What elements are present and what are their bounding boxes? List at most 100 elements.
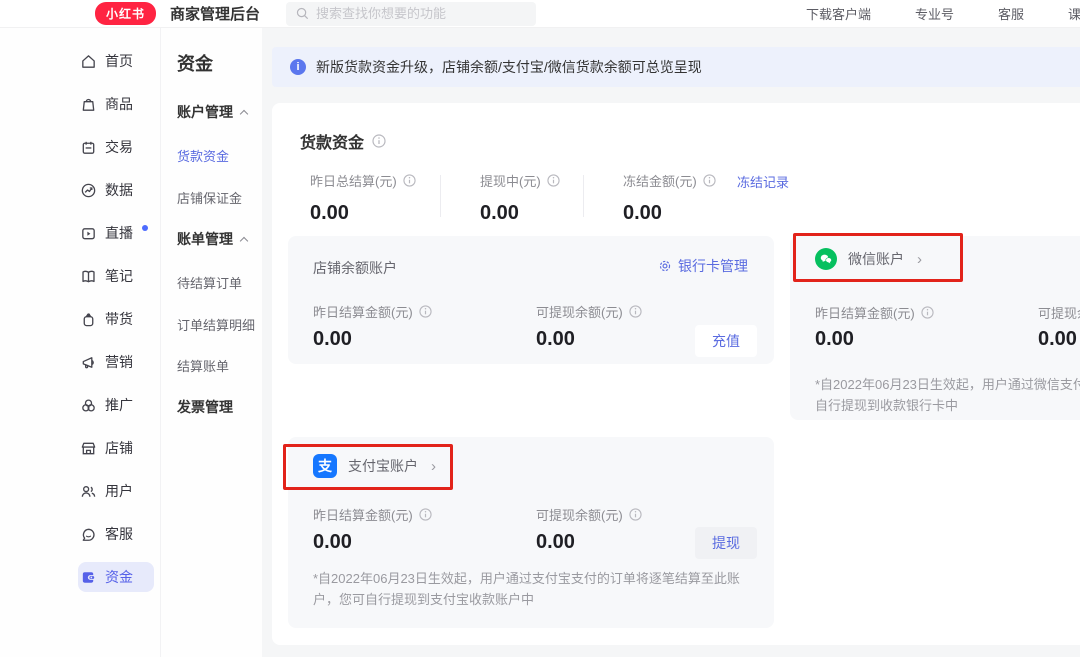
wechat-note: *自2022年06月23日生效起，用户通过微信支付的 自行提现到收款银行卡中 (815, 374, 1080, 416)
note-line: 自行提现到收款银行卡中 (815, 395, 1080, 416)
goods-icon (80, 96, 97, 113)
alipay-icon: 支 (313, 454, 337, 478)
sidebar-item-marketing[interactable]: 营销 (78, 347, 154, 377)
sidebar-item-carry-goods[interactable]: 带货 (78, 304, 154, 334)
bank-card-manage-link[interactable]: 银行卡管理 (658, 256, 748, 276)
sidebar-item-funds[interactable]: 资金 (78, 562, 154, 592)
sidebar-item-label: 推广 (105, 395, 133, 415)
sidebar-item-service[interactable]: 客服 (78, 519, 154, 549)
withdrawable-value: 0.00 (536, 531, 575, 554)
funds-icon (80, 569, 97, 586)
label: 可提现余额(元) (1038, 303, 1080, 322)
divider (440, 175, 441, 217)
alipay-account-card: 支 支付宝账户 › 昨日结算金额(元) 可提现余额(元) 0.00 0.00 提… (288, 437, 774, 628)
sidebar-item-shop[interactable]: 店铺 (78, 433, 154, 463)
stat-value: 0.00 (623, 202, 716, 225)
info-icon[interactable] (629, 305, 642, 318)
stat-value: 0.00 (480, 202, 560, 225)
alipay-account-link[interactable]: 支 支付宝账户 › (313, 454, 436, 478)
stat-withdrawing: 提现中(元) 0.00 (480, 171, 560, 225)
sidebar-item-label: 首页 (105, 51, 133, 71)
stat-label: 冻结金额(元) (623, 171, 697, 190)
sidebar-item-trade[interactable]: 交易 (78, 132, 154, 162)
wechat-icon (815, 248, 837, 270)
gear-icon (658, 259, 672, 273)
label: 昨日结算金额(元) (313, 505, 413, 524)
info-icon[interactable] (547, 174, 560, 187)
info-icon[interactable] (703, 174, 716, 187)
recharge-button[interactable]: 充值 (695, 325, 757, 357)
trade-icon (80, 139, 97, 156)
sidebar-item-notes[interactable]: 笔记 (78, 261, 154, 291)
sidebar-item-live[interactable]: 直播 (78, 218, 154, 248)
note-line: *自2022年06月23日生效起，用户通过微信支付的 (815, 374, 1080, 395)
info-icon[interactable] (419, 508, 432, 521)
alipay-note: *自2022年06月23日生效起，用户通过支付宝支付的订单将逐笔结算至此账户，您… (313, 568, 765, 610)
group-label: 账单管理 (177, 229, 233, 249)
upgrade-banner: i 新版货款资金升级，店铺余额/支付宝/微信货款余额可总览呈现 (272, 47, 1080, 87)
classroom-link[interactable]: 课堂 (1068, 4, 1080, 23)
sidebar-item-data[interactable]: 数据 (78, 175, 154, 205)
search-input[interactable] (316, 6, 516, 21)
label: 昨日结算金额(元) (313, 302, 413, 321)
info-icon[interactable] (419, 305, 432, 318)
stat-label: 提现中(元) (480, 171, 541, 190)
sidebar-item-label: 带货 (105, 309, 133, 329)
link-label: 银行卡管理 (678, 256, 748, 276)
label: 可提现余额(元) (536, 505, 623, 524)
app-title: 商家管理后台 (170, 3, 260, 24)
sidebar-item-label: 商品 (105, 94, 133, 114)
search-box[interactable] (286, 2, 536, 26)
info-icon[interactable] (403, 174, 416, 187)
wechat-account-link[interactable]: 微信账户 › (815, 248, 922, 270)
settle-value: 0.00 (313, 328, 352, 351)
professional-account-link[interactable]: 专业号 (915, 4, 954, 23)
sidebar-item-label: 交易 (105, 137, 133, 157)
stat-value: 0.00 (310, 202, 416, 225)
download-client-link[interactable]: 下载客户端 (806, 4, 871, 23)
customer-service-link[interactable]: 客服 (998, 4, 1024, 23)
submenu-group-bill[interactable]: 账单管理 (177, 229, 262, 249)
submenu-group-account[interactable]: 账户管理 (177, 102, 262, 122)
data-icon (80, 182, 97, 199)
chevron-up-icon (240, 236, 248, 244)
label: 可提现余额(元) (536, 302, 623, 321)
topbar-links: 下载客户端 专业号 客服 课堂 (806, 4, 1080, 23)
marketing-icon (80, 354, 97, 371)
funds-submenu: 资金 账户管理 货款资金 店铺保证金 账单管理 待结算订单 订单结算明细 结算账… (160, 28, 262, 657)
home-icon (80, 53, 97, 70)
carry-goods-icon (80, 311, 97, 328)
submenu-title: 资金 (177, 50, 262, 76)
page-title: 货款资金 (300, 129, 364, 153)
xiaohongshu-logo: 小红书 (95, 2, 156, 25)
info-icon[interactable] (921, 306, 934, 319)
topbar: 小红书 商家管理后台 下载客户端 专业号 客服 课堂 (0, 0, 1080, 28)
label: 昨日结算金额(元) (815, 303, 915, 322)
submenu-item-goods-funds[interactable]: 货款资金 (177, 146, 262, 165)
card-title: 微信账户 (848, 249, 904, 269)
sidebar-item-promotion[interactable]: 推广 (78, 390, 154, 420)
info-icon: i (290, 59, 306, 75)
search-icon (296, 7, 309, 20)
submenu-item-settlement-detail[interactable]: 订单结算明细 (177, 315, 262, 334)
promotion-icon (80, 397, 97, 414)
submenu-item-pending-orders[interactable]: 待结算订单 (177, 273, 262, 292)
sidebar: 首页 商品 交易 数据 直播 笔记 带货 营销 推广 店铺 用户 (0, 28, 160, 657)
live-notification-dot (142, 225, 148, 231)
submenu-item-shop-deposit[interactable]: 店铺保证金 (177, 188, 262, 207)
wechat-account-card: 微信账户 › 昨日结算金额(元) 可提现余额(元) 0.00 0.00 *自20… (790, 236, 1080, 420)
chevron-right-icon: › (917, 251, 922, 268)
sidebar-item-users[interactable]: 用户 (78, 476, 154, 506)
info-icon[interactable] (629, 508, 642, 521)
sidebar-item-home[interactable]: 首页 (78, 46, 154, 76)
info-icon[interactable] (372, 134, 386, 148)
withdraw-button[interactable]: 提现 (695, 527, 757, 559)
sidebar-item-label: 客服 (105, 524, 133, 544)
submenu-group-invoice[interactable]: 发票管理 (177, 397, 262, 417)
group-label: 账户管理 (177, 102, 233, 122)
sidebar-item-label: 数据 (105, 180, 133, 200)
withdrawable-value: 0.00 (1038, 328, 1077, 351)
sidebar-item-goods[interactable]: 商品 (78, 89, 154, 119)
submenu-item-settlement-bill[interactable]: 结算账单 (177, 356, 262, 375)
freeze-records-link[interactable]: 冻结记录 (737, 172, 789, 191)
